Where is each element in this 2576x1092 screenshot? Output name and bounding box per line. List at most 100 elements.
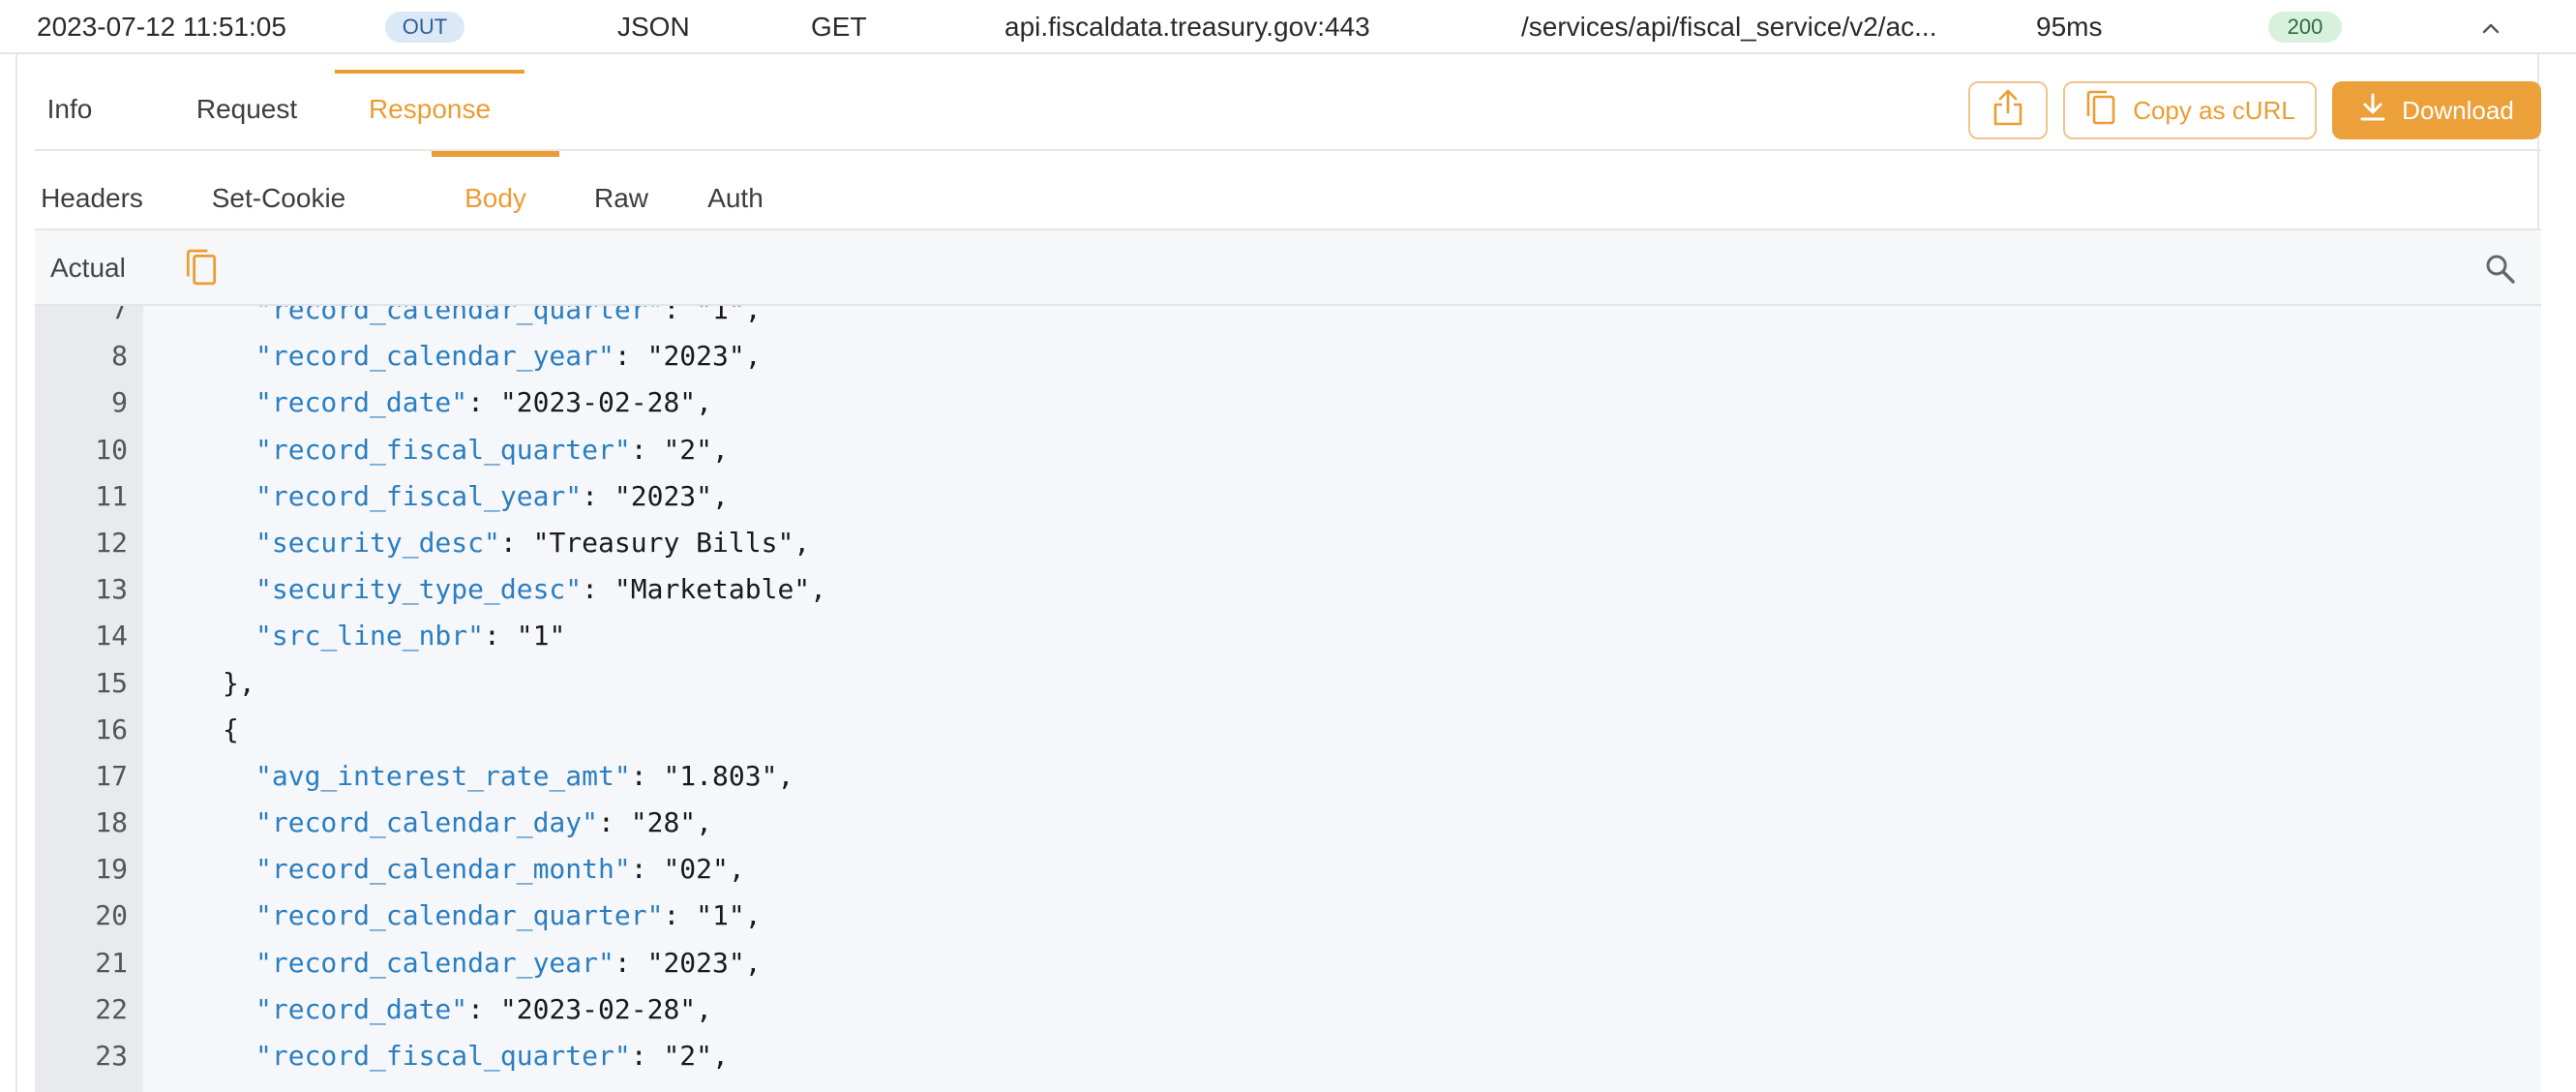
json-value: }, [223,666,255,699]
json-value: : "02", [630,853,745,886]
code-line: 14 "src_line_nbr": "1" [35,613,2541,659]
json-value: : "Marketable", [582,573,827,606]
json-value: : "1.803", [630,759,794,792]
json-value: : "2023", [614,340,762,373]
search-icon[interactable] [2483,252,2518,287]
code-line: 8 "record_calendar_year": "2023", [35,333,2541,379]
request-path: /services/api/fiscal_service/v2/ac... [1521,12,1937,42]
json-key: "record_calendar_month" [255,853,631,886]
code-line: 9 "record_date": "2023-02-28", [35,379,2541,426]
json-value: { [223,713,239,745]
line-number: 18 [95,806,128,839]
json-key: "record_fiscal_year" [255,479,583,512]
download-button[interactable]: Download [2332,81,2541,139]
copy-as-curl-label: Copy as cURL [2133,95,2295,125]
share-button[interactable] [1968,81,2048,139]
code-text: }, [223,660,255,707]
code-text: "record_fiscal_year": "2023", [255,473,729,520]
code-text: "record_calendar_quarter": "1", [255,893,762,939]
code-text: "record_date": "2023-02-28", [255,379,712,426]
copy-icon[interactable] [182,248,221,287]
json-value: : "1", [663,306,762,325]
download-icon [2359,93,2386,129]
code-line: 15}, [35,660,2541,707]
line-number: 15 [95,666,128,699]
json-key: "security_type_desc" [255,573,583,606]
json-value: : "28", [598,806,713,839]
code-text: "record_calendar_year": "2023", [255,333,762,379]
line-number: 7 [111,306,128,325]
code-text: "record_calendar_quarter": "1", [255,306,762,333]
code-line: 22 "record_date": "2023-02-28", [35,986,2541,1033]
line-number: 17 [95,759,128,792]
line-number: 23 [95,1040,128,1072]
code-text: "record_date": "2023-02-28", [255,986,712,1033]
line-number: 11 [95,479,128,512]
json-value: : "2", [630,1040,729,1072]
request-host: api.fiscaldata.treasury.gov:443 [1004,12,1370,42]
tab-request[interactable]: Request [166,54,327,151]
tab-set-cookie[interactable]: Set-Cookie [203,151,354,230]
json-value: : "2023-02-28", [467,992,713,1025]
json-key: "record_calendar_day" [255,806,599,839]
detail-tabs: Info Request Response Copy as cURL Downl… [35,54,2541,151]
request-detail-panel: Info Request Response Copy as cURL Downl… [15,54,2541,1092]
chevron-up-icon[interactable] [2471,0,2510,54]
download-label: Download [2402,95,2514,125]
line-number: 14 [95,620,128,652]
json-body-viewer[interactable]: 7 "record_calendar_quarter": "1", 8 "record… [35,306,2541,1092]
code-line: 13 "security_type_desc": "Marketable", [35,566,2541,613]
line-number: 10 [95,433,128,466]
request-timestamp: 2023-07-12 11:51:05 [37,12,286,42]
code-text: "security_desc": "Treasury Bills", [255,520,810,566]
code-line: 20 "record_calendar_quarter": "1", [35,893,2541,939]
code-line: 21 "record_calendar_year": "2023", [35,940,2541,986]
code-line: 10 "record_fiscal_quarter": "2", [35,427,2541,473]
json-value: : "1", [663,899,762,932]
body-view-label: Actual [50,253,126,283]
json-key: "src_line_nbr" [255,620,485,652]
tab-body[interactable]: Body [432,151,559,230]
request-duration: 95ms [2036,12,2103,42]
code-text: "record_calendar_day": "28", [255,800,712,846]
line-number: 19 [95,853,128,886]
request-format: JSON [617,12,690,42]
line-number: 22 [95,992,128,1025]
json-key: "record_fiscal_quarter" [255,433,631,466]
json-key: "record_fiscal_quarter" [255,1040,631,1072]
tab-raw[interactable]: Raw [590,151,652,230]
line-number: 12 [95,526,128,559]
code-text: { [223,707,239,753]
json-key: "security_desc" [255,526,500,559]
code-line: 23 "record_fiscal_quarter": "2", [35,1033,2541,1079]
request-method: GET [811,12,867,42]
share-icon [1992,88,2024,134]
code-line: 19 "record_calendar_month": "02", [35,846,2541,893]
tab-info[interactable]: Info [35,54,105,151]
json-key: "record_calendar_quarter" [255,306,664,325]
code-text: "record_fiscal_quarter": "2", [255,1033,729,1079]
line-number: 16 [95,713,128,745]
tab-response[interactable]: Response [335,54,524,151]
tab-headers[interactable]: Headers [35,151,149,230]
code-line: 16 { [35,707,2541,753]
code-text: "record_fiscal_quarter": "2", [255,427,729,473]
code-text: "security_type_desc": "Marketable", [255,566,826,613]
code-lines: 7 "record_calendar_quarter": "1", 8 "record… [35,306,2541,1079]
copy-as-curl-button[interactable]: Copy as cURL [2063,81,2317,139]
json-value: : "Treasury Bills", [499,526,811,559]
json-value: : "2023", [614,946,762,979]
json-key: "record_date" [255,386,468,419]
tab-auth[interactable]: Auth [701,151,770,230]
response-subtabs: Headers Set-Cookie Body Raw Auth [35,151,2541,230]
line-number: 20 [95,899,128,932]
direction-badge: OUT [385,12,464,43]
json-value: : "2", [630,433,729,466]
request-row[interactable]: 2023-07-12 11:51:05 OUT JSON GET api.fis… [0,0,2576,54]
code-line: 18 "record_calendar_day": "28", [35,800,2541,846]
code-text: "record_calendar_year": "2023", [255,940,762,986]
json-value: : "2023", [582,479,729,512]
copy-icon [2084,89,2117,133]
code-line: 11 "record_fiscal_year": "2023", [35,473,2541,520]
body-toolbar: Actual [35,230,2541,306]
